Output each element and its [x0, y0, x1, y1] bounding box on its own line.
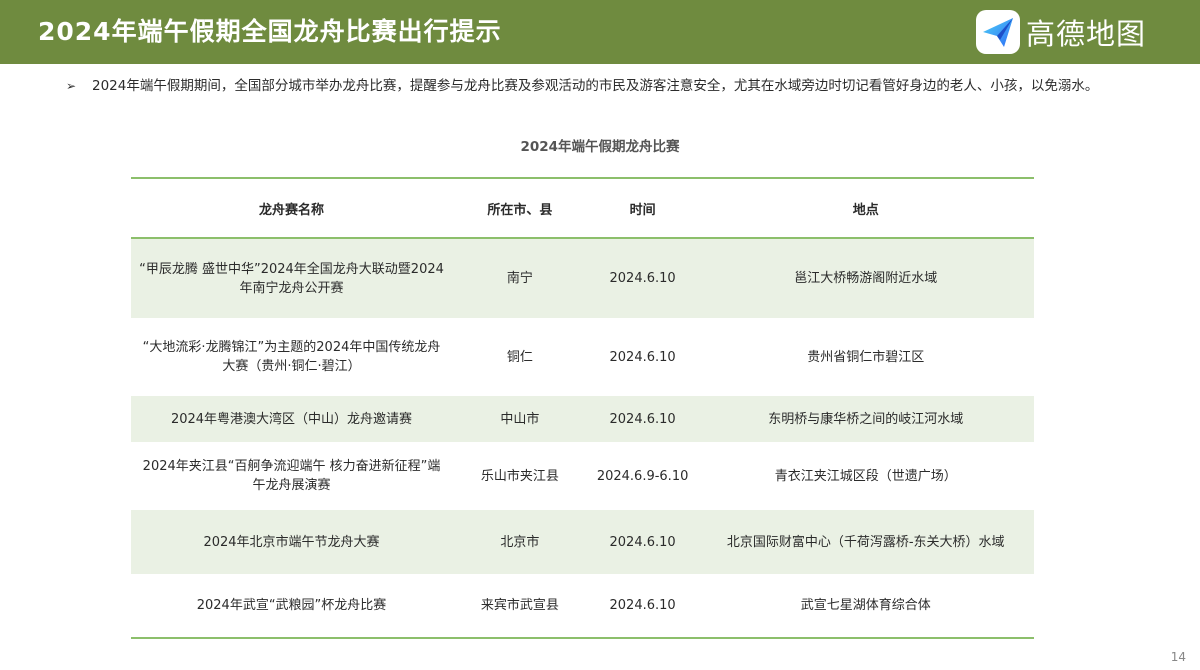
column-header-race-name: 龙舟赛名称 — [131, 177, 453, 239]
location-cell: 贵州省铜仁市碧江区 — [807, 349, 925, 365]
race-name-cell: “大地流彩·龙腾锦江”为主题的2024年中国传统龙舟大赛（贵州·铜仁·碧江） — [142, 340, 441, 374]
date-cell: 2024.6.10 — [587, 510, 698, 574]
table-caption: 2024年端午假期龙舟比赛 — [520, 139, 680, 155]
bullet-arrow-icon: ➢ — [66, 79, 77, 93]
table-row: 2024年夹江县“百舸争流迎端午 核力奋进新征程”端午龙舟展演赛 乐山市夹江县 … — [131, 442, 1034, 510]
date-cell: 2024.6.10 — [587, 396, 698, 442]
date-cell: 2024.6.9-6.10 — [596, 468, 689, 484]
table-row: “大地流彩·龙腾锦江”为主题的2024年中国传统龙舟大赛（贵州·铜仁·碧江） 铜… — [131, 318, 1034, 396]
city-cell: 中山市 — [452, 396, 588, 442]
date-cell: 2024.6.10 — [587, 574, 698, 639]
page-number: 14 — [1170, 650, 1186, 664]
title-bar: 2024年端午假期全国龙舟比赛出行提示 高德地图 — [0, 0, 1200, 64]
column-header-location: 地点 — [697, 177, 1034, 239]
location-cell: 武宣七星湖体育综合体 — [697, 574, 1034, 639]
date-cell: 2024.6.10 — [609, 349, 676, 365]
paper-plane-icon — [976, 10, 1020, 54]
dragon-boat-race-table: 龙舟赛名称 所在市、县 时间 地点 “甲辰龙腾 盛世中华”2024年全国龙舟大联… — [131, 177, 1034, 639]
brand-logo: 高德地图 — [976, 9, 1146, 55]
location-cell: 北京国际财富中心（千荷泻露桥-东关大桥）水域 — [697, 510, 1034, 574]
city-cell: 北京市 — [452, 510, 588, 574]
table-row: “甲辰龙腾 盛世中华”2024年全国龙舟大联动暨2024年南宁龙舟公开赛 南宁 … — [131, 238, 1034, 318]
table-header-row: 龙舟赛名称 所在市、县 时间 地点 — [131, 177, 1034, 239]
city-cell: 铜仁 — [506, 349, 533, 365]
city-cell: 南宁 — [452, 238, 588, 318]
race-name-cell: 2024年粤港澳大湾区（中山）龙舟邀请赛 — [131, 396, 453, 442]
location-cell: 邕江大桥畅游阁附近水域 — [697, 238, 1034, 318]
race-name-cell: “甲辰龙腾 盛世中华”2024年全国龙舟大联动暨2024年南宁龙舟公开赛 — [131, 238, 453, 318]
race-name-cell: 2024年北京市端午节龙舟大赛 — [131, 510, 453, 574]
city-cell: 来宾市武宣县 — [452, 574, 588, 639]
city-cell: 乐山市夹江县 — [480, 468, 559, 484]
page-title: 2024年端午假期全国龙舟比赛出行提示 — [38, 17, 502, 46]
column-header-city: 所在市、县 — [452, 177, 588, 239]
intro-text: 2024年端午假期期间，全国部分城市举办龙舟比赛，提醒参与龙舟比赛及参观活动的市… — [92, 78, 1099, 94]
location-cell: 东明桥与康华桥之间的岐江河水域 — [697, 396, 1034, 442]
brand-name: 高德地图 — [1026, 17, 1147, 51]
date-cell: 2024.6.10 — [587, 238, 698, 318]
race-name-cell: 2024年武宣“武粮园”杯龙舟比赛 — [131, 574, 453, 639]
table-row: 2024年北京市端午节龙舟大赛 北京市 2024.6.10 北京国际财富中心（千… — [131, 510, 1034, 574]
table-row: 2024年粤港澳大湾区（中山）龙舟邀请赛 中山市 2024.6.10 东明桥与康… — [131, 396, 1034, 442]
column-header-time: 时间 — [587, 177, 698, 239]
table-row: 2024年武宣“武粮园”杯龙舟比赛 来宾市武宣县 2024.6.10 武宣七星湖… — [131, 574, 1034, 639]
location-cell: 青衣江夹江城区段（世遗广场） — [774, 468, 957, 484]
race-name-cell: 2024年夹江县“百舸争流迎端午 核力奋进新征程”端午龙舟展演赛 — [142, 459, 441, 493]
